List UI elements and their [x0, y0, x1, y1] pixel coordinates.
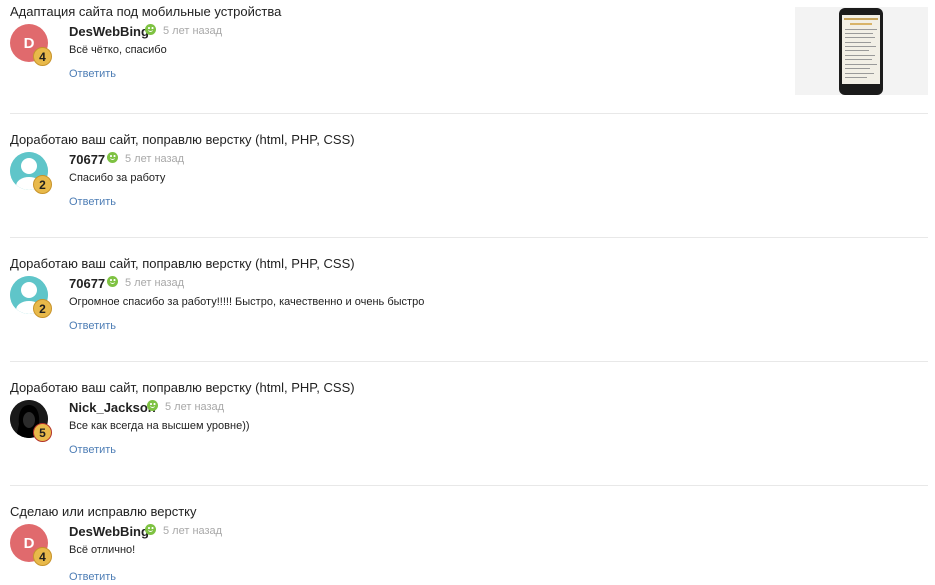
review-time: 5 лет назад [165, 401, 225, 413]
smiley-icon [145, 24, 156, 35]
review-text: Все как всегда на высшем уровне)) [69, 420, 250, 432]
reply-link[interactable]: Ответить [69, 195, 116, 210]
review-time: 5 лет назад [125, 277, 185, 289]
review-text: Всё отлично! [69, 544, 136, 556]
avatar-letter: D [23, 534, 35, 552]
divider [10, 485, 928, 486]
level-badge: 4 [33, 547, 52, 566]
username[interactable]: 70677 [69, 275, 105, 292]
reply-link[interactable]: Ответить [69, 570, 116, 585]
review-time: 5 лет назад [163, 25, 223, 37]
review-text: Огромное спасибо за работу!!!!! Быстро, … [69, 296, 425, 308]
username[interactable]: DesWebBing [69, 23, 149, 40]
level-badge: 5 [33, 423, 52, 442]
divider [10, 113, 928, 114]
phone-icon [839, 8, 883, 95]
reply-link[interactable]: Ответить [69, 67, 116, 82]
level-badge: 4 [33, 47, 52, 66]
review-title[interactable]: Сделаю или исправлю верстку [10, 503, 197, 520]
review-title[interactable]: Доработаю ваш сайт, поправлю верстку (ht… [10, 131, 355, 148]
review-item: Доработаю ваш сайт, поправлю верстку (ht… [0, 131, 935, 241]
username[interactable]: 70677 [69, 151, 105, 168]
smiley-icon [107, 152, 118, 163]
reply-link[interactable]: Ответить [69, 319, 116, 334]
smiley-icon [145, 524, 156, 535]
username[interactable]: DesWebBing [69, 523, 149, 540]
review-time: 5 лет назад [125, 153, 185, 165]
review-text: Всё чётко, спасибо [69, 44, 167, 56]
divider [10, 361, 928, 362]
username[interactable]: Nick_Jackson [69, 399, 156, 416]
review-item: Адаптация сайта под мобильные устройства… [0, 3, 935, 113]
level-badge: 2 [33, 175, 52, 194]
review-item: Доработаю ваш сайт, поправлю верстку (ht… [0, 379, 935, 489]
level-badge: 2 [33, 299, 52, 318]
review-item: Сделаю или исправлю верстку D 4 DesWebBi… [0, 503, 935, 583]
portfolio-thumbnail[interactable] [795, 7, 928, 95]
smiley-icon [107, 276, 118, 287]
avatar-letter: D [23, 34, 35, 52]
review-title[interactable]: Доработаю ваш сайт, поправлю верстку (ht… [10, 379, 355, 396]
review-item: Доработаю ваш сайт, поправлю верстку (ht… [0, 255, 935, 365]
review-title[interactable]: Доработаю ваш сайт, поправлю верстку (ht… [10, 255, 355, 272]
reply-link[interactable]: Ответить [69, 443, 116, 458]
review-text: Спасибо за работу [69, 172, 166, 184]
smiley-icon [147, 400, 158, 411]
review-time: 5 лет назад [163, 525, 223, 537]
review-title[interactable]: Адаптация сайта под мобильные устройства [10, 3, 281, 20]
divider [10, 237, 928, 238]
